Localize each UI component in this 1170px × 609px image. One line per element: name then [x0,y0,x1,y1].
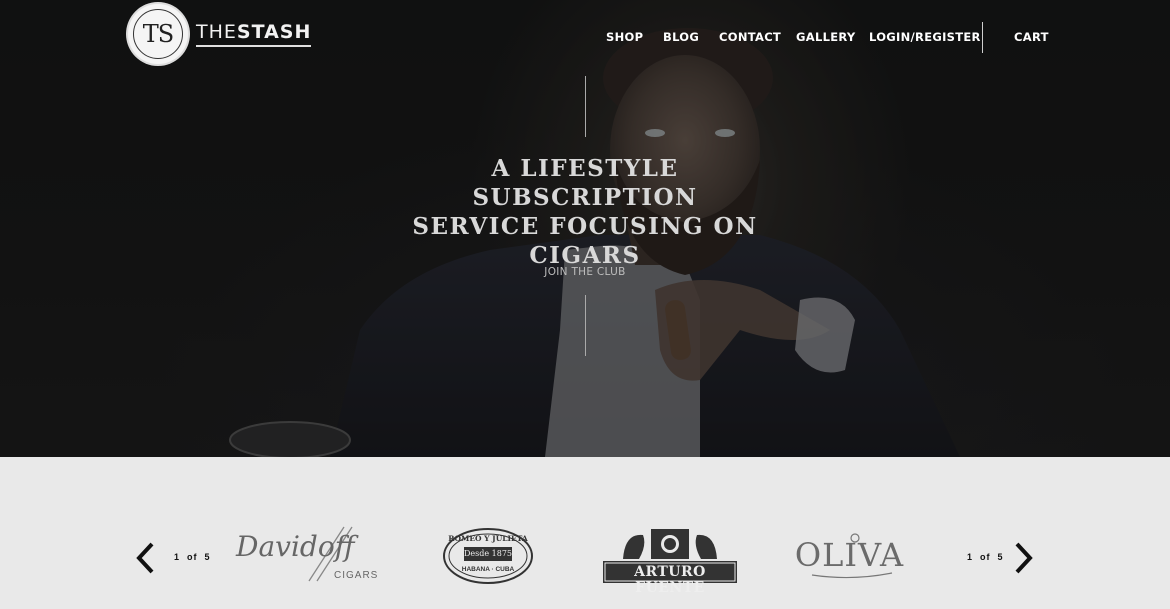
nav-cart[interactable]: CART [1014,30,1049,44]
carousel-pager-left: 1 of 5 [174,552,211,562]
nav-blog[interactable]: BLOG [663,30,699,44]
brand-carousel: 1 of 5 Davidoff CIGARS ROMEO Y JULIETA D… [0,457,1170,609]
headline-top-rule [585,76,586,137]
davidoff-logo[interactable]: Davidoff CIGARS [234,523,379,583]
davidoff-sub: CIGARS [334,570,379,581]
romeo-y-julieta-logo[interactable]: ROMEO Y JULIETA Desde 1875 HABANA · CUBA [442,527,534,585]
nav-divider [982,22,983,53]
nav-contact[interactable]: CONTACT [719,30,781,44]
chevron-left-icon[interactable] [134,541,156,575]
arturo-wordmark: ARTURO FUENTE [634,564,706,596]
main-nav: SHOP BLOG CONTACT GALLERY LOGIN/REGISTER… [0,30,1170,46]
hero-banner: TS THESTASH SHOP BLOG CONTACT GALLERY LO… [0,0,1170,457]
nav-shop[interactable]: SHOP [606,30,643,44]
davidoff-wordmark: Davidoff [235,530,359,563]
arturo-fuente-logo[interactable]: ARTURO FUENTE [603,525,737,596]
headline-bottom-rule [585,295,586,356]
oliva-logo[interactable]: OLIVA [792,533,907,581]
carousel-pager-right: 1 of 5 [967,552,1004,562]
romeo-name: ROMEO Y JULIETA [448,534,528,543]
romeo-origin: HABANA · CUBA [461,566,515,573]
nav-gallery[interactable]: GALLERY [796,30,856,44]
chevron-right-icon[interactable] [1013,541,1035,575]
hero-headline: A LIFESTYLE SUBSCRIPTION SERVICE FOCUSIN… [412,155,758,269]
romeo-year: Desde 1875 [463,549,512,558]
nav-login-register[interactable]: LOGIN/REGISTER [869,30,981,44]
join-the-club-link[interactable]: JOIN THE CLUB [485,266,685,278]
oliva-wordmark: OLIVA [794,536,905,574]
